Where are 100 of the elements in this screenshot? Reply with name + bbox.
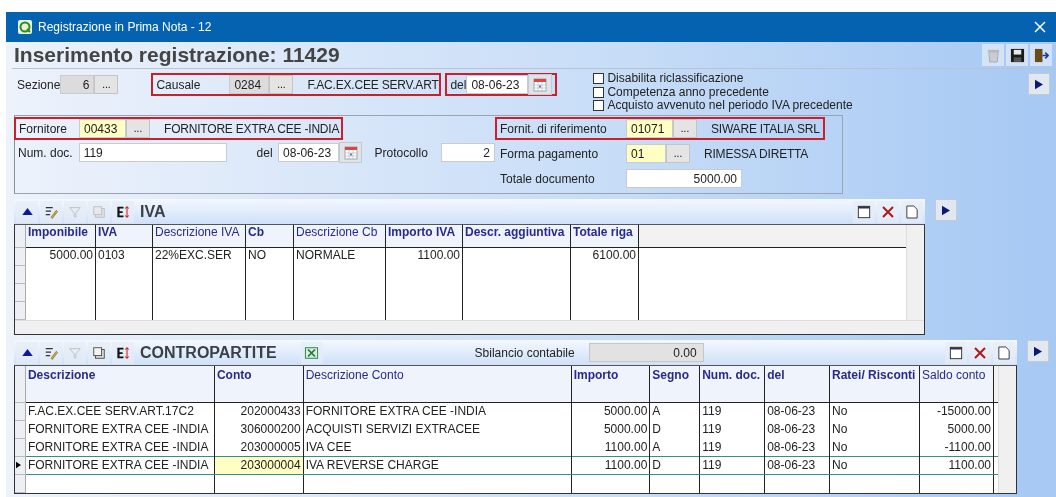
calendar-button[interactable]	[338, 142, 363, 163]
date-field[interactable]: 08-06-23	[466, 75, 529, 94]
edit-button[interactable]	[40, 341, 62, 364]
checkbox[interactable]	[593, 73, 605, 85]
field-label: Forma pagamento	[500, 146, 600, 161]
column-header[interactable]: Ratei/ Risconti	[829, 366, 920, 403]
table-cell: 203000004	[214, 456, 304, 475]
table-cell: A	[649, 438, 700, 457]
field-label: Totale documento	[500, 171, 596, 186]
field-label: Sezione	[17, 77, 61, 92]
table-cell: 1100.00	[571, 438, 650, 457]
column-header[interactable]: Importo IVA	[385, 225, 463, 248]
supplier-description: FORNITORE EXTRA CEE -INDIA	[164, 121, 340, 136]
horizontal-scrollbar[interactable]	[15, 320, 924, 334]
column-header[interactable]: Imponibile	[25, 225, 96, 248]
date-field[interactable]: 08-06-23	[278, 143, 339, 162]
export-button[interactable]	[112, 341, 134, 364]
new-button[interactable]	[993, 341, 1015, 364]
filter-icon	[68, 204, 82, 219]
field-label: del	[256, 145, 274, 160]
table-cell: 1100.00	[919, 456, 994, 475]
column-header[interactable]: Importo	[571, 366, 650, 403]
pencil-list-icon	[44, 345, 58, 360]
lookup-button[interactable]: ...	[666, 144, 690, 163]
table-cell: FORNITORE EXTRA CEE -INDIA	[25, 420, 215, 439]
table-cell: 119	[699, 420, 765, 439]
balance-field: 0.00	[588, 343, 704, 362]
table-cell: 306000200	[214, 420, 304, 439]
documents-button[interactable]	[88, 341, 110, 364]
document-number-field[interactable]: 119	[78, 143, 227, 162]
column-header[interactable]: Descrizione Conto	[303, 366, 572, 403]
table-cell: 5000.00	[571, 420, 650, 439]
checkbox[interactable]	[593, 86, 605, 98]
window-icon	[857, 204, 871, 219]
table-cell: NORMALE	[293, 247, 386, 266]
checkbox[interactable]	[593, 100, 605, 112]
table-cell: 08-06-23	[764, 456, 830, 475]
filter-icon	[68, 345, 82, 360]
expand-button[interactable]	[935, 199, 957, 221]
section-title: CONTROPARTITE	[140, 343, 277, 362]
column-header[interactable]: Descrizione Cb	[293, 225, 386, 248]
delete-button[interactable]	[969, 341, 991, 364]
collapse-button[interactable]	[16, 341, 38, 364]
up-icon	[21, 208, 33, 215]
column-header[interactable]: Descrizione	[25, 366, 215, 403]
column-header[interactable]: Saldo conto	[919, 366, 994, 403]
column-header[interactable]: Totale riga	[570, 225, 639, 248]
table-cell: No	[829, 438, 920, 457]
table-cell: FORNITORE EXTRA CEE -INDIA	[303, 402, 572, 421]
column-header[interactable]: IVA	[95, 225, 153, 248]
lookup-description: RIMESSA DIRETTA	[704, 146, 809, 161]
lookup-description: SIWARE ITALIA SRL	[711, 121, 820, 136]
exit-button[interactable]	[1030, 44, 1052, 66]
column-header[interactable]: Conto	[214, 366, 304, 403]
column-header[interactable]: Descr. aggiuntiva	[462, 225, 571, 248]
window-button[interactable]	[945, 341, 967, 364]
new-button[interactable]	[901, 200, 923, 223]
table-cell: A	[649, 402, 700, 421]
field-label: Num. doc.	[18, 145, 74, 160]
calendar-button[interactable]	[528, 74, 553, 95]
table-cell: 5000.00	[571, 402, 650, 421]
window-button[interactable]	[853, 200, 875, 223]
checkbox-label: Acquisto avvenuto nel periodo IVA precedente	[607, 99, 853, 113]
code-field[interactable]: 01	[626, 144, 666, 163]
vertical-scrollbar[interactable]	[906, 225, 924, 320]
balance-label: Sbilancio contabile	[474, 345, 575, 360]
spreadsheet-button[interactable]	[300, 341, 323, 364]
code-field[interactable]: 01071	[626, 119, 673, 138]
e-arrows-icon	[115, 204, 131, 219]
save-button[interactable]	[1006, 44, 1028, 66]
protocol-field[interactable]: 2	[440, 143, 495, 162]
play-icon	[1035, 78, 1043, 90]
collapse-button[interactable]	[16, 200, 38, 223]
door-arrow-icon	[1033, 47, 1049, 63]
export-button[interactable]	[112, 200, 134, 223]
close-button[interactable]	[1032, 19, 1048, 35]
column-header[interactable]: del	[764, 366, 830, 403]
calendar-icon	[343, 145, 358, 160]
table-cell: No	[829, 420, 920, 439]
total-field[interactable]: 5000.00	[626, 169, 742, 188]
table-cell: -1100.00	[919, 438, 994, 457]
up-icon	[21, 349, 33, 356]
field-label: del	[450, 77, 467, 92]
lookup-button[interactable]: ...	[126, 119, 150, 138]
table-cell: FORNITORE EXTRA CEE -INDIA	[25, 438, 215, 457]
vertical-scrollbar[interactable]	[998, 366, 1016, 493]
lookup-button[interactable]: ...	[673, 119, 697, 138]
code-field[interactable]: 00433	[79, 119, 126, 138]
column-header[interactable]: Descrizione IVA	[152, 225, 246, 248]
table-cell: FORNITORE EXTRA CEE -INDIA	[25, 456, 215, 475]
column-header[interactable]: Cb	[245, 225, 294, 248]
column-header[interactable]: Segno	[649, 366, 700, 403]
expand-button[interactable]	[1027, 340, 1049, 362]
delete-button[interactable]	[877, 200, 899, 223]
edit-button[interactable]	[40, 200, 62, 223]
table-cell: No	[829, 402, 920, 421]
expand-button[interactable]	[1028, 73, 1050, 95]
column-header[interactable]: Num. doc.	[699, 366, 765, 403]
table-cell: 22%EXC.SER	[152, 247, 246, 266]
table-cell: IVA REVERSE CHARGE	[303, 456, 572, 475]
